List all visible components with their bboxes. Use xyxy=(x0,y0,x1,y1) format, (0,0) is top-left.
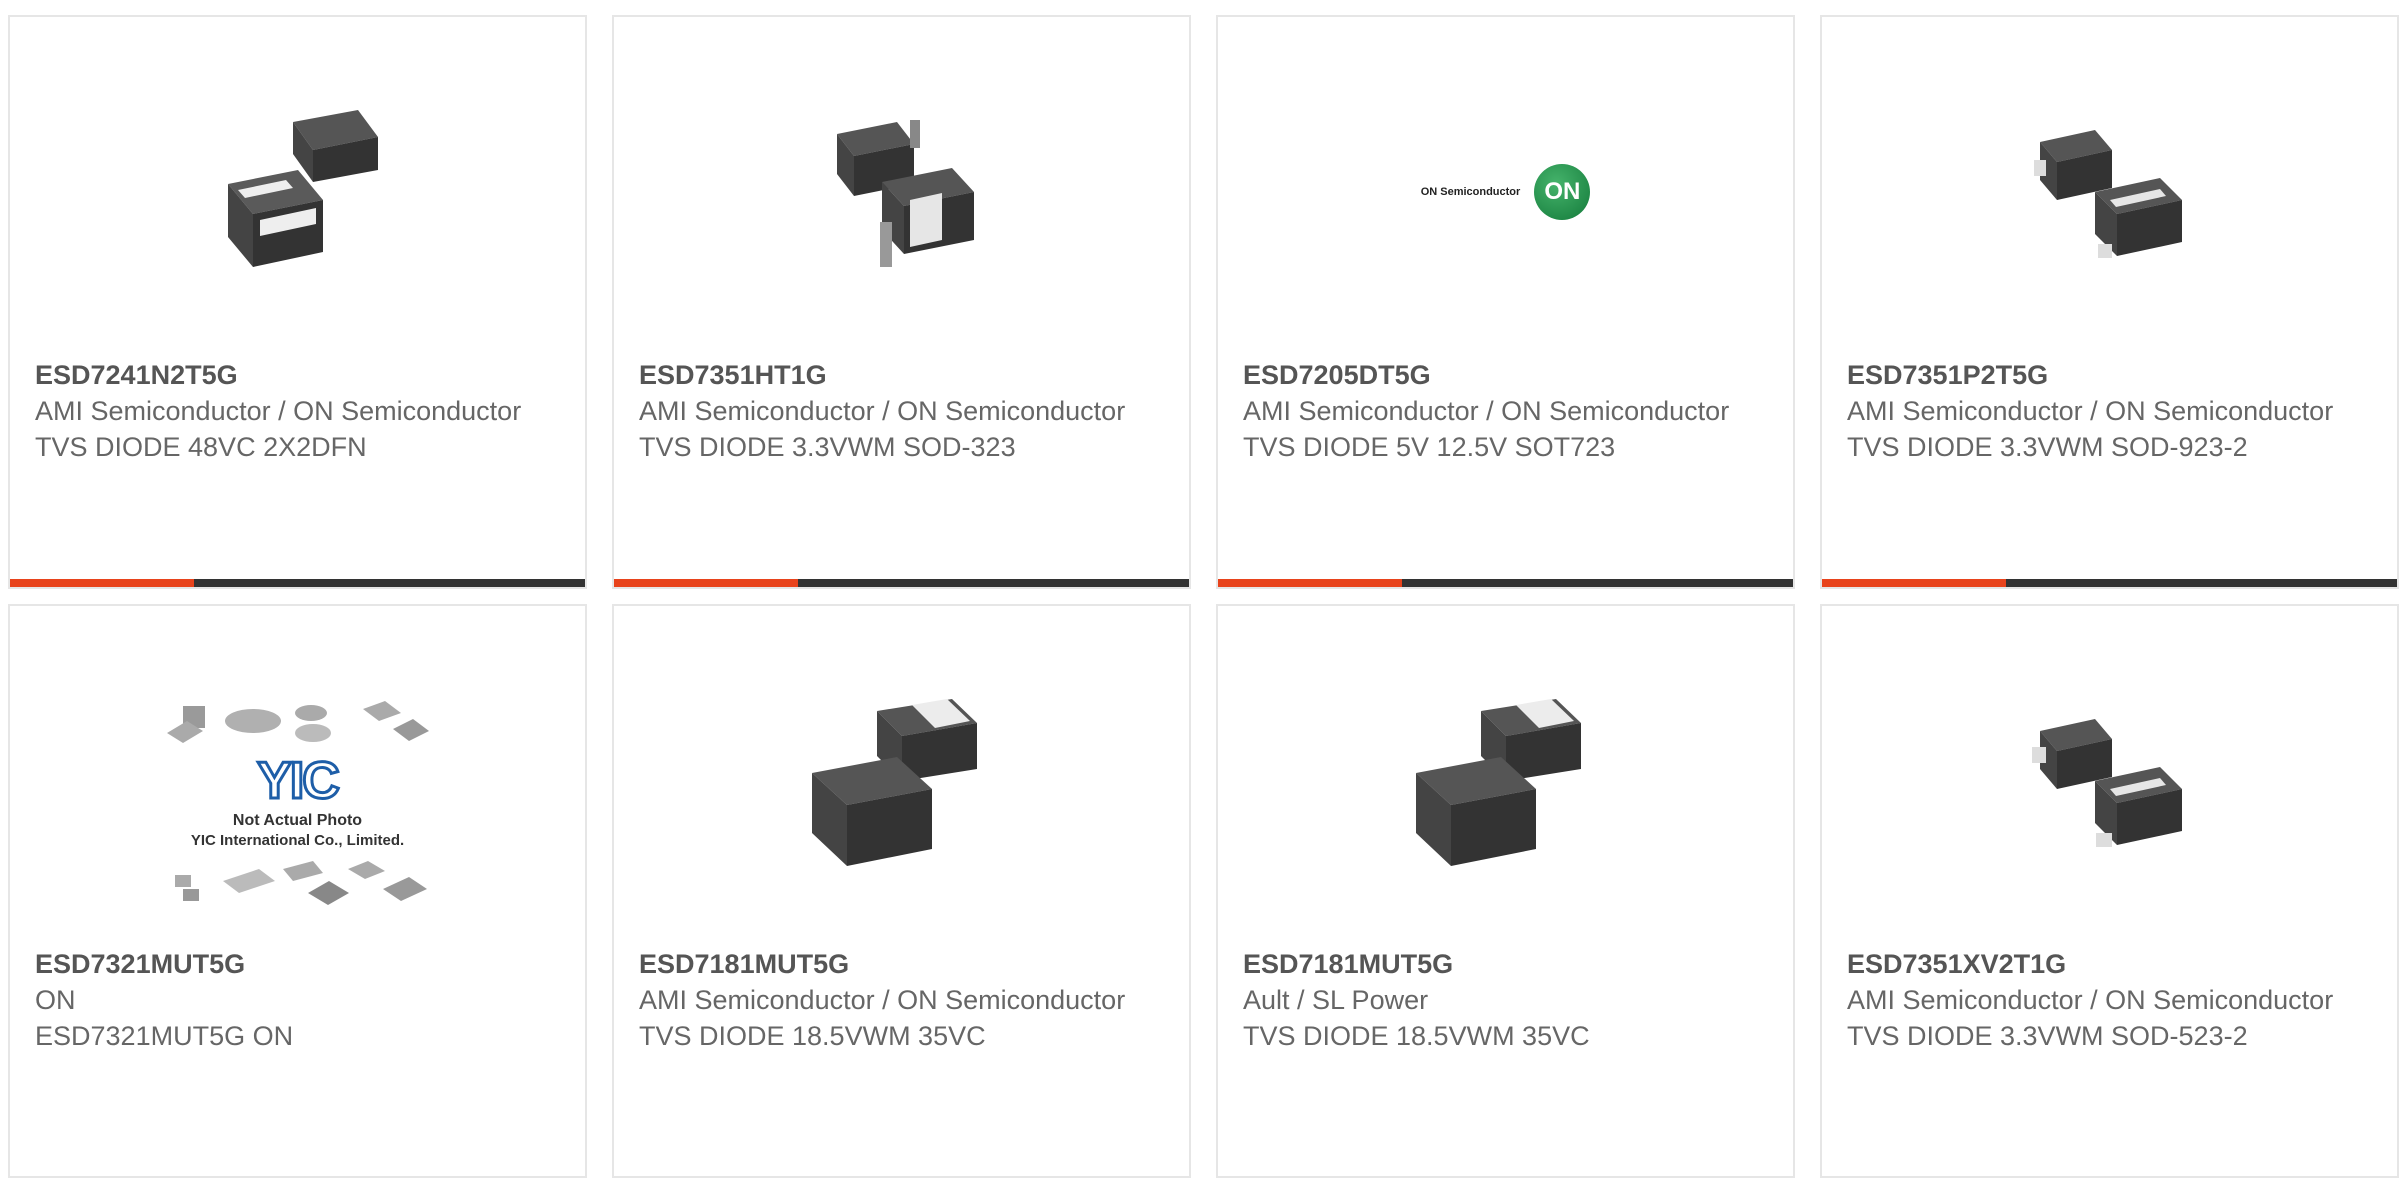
manufacturer: Ault / SL Power xyxy=(1243,985,1429,1015)
description: TVS DIODE 18.5VWM 35VC xyxy=(1243,1021,1590,1051)
product-card[interactable]: ESD7351HT1G AMI Semiconductor / ON Semic… xyxy=(612,15,1191,589)
on-semi-logo: ON Semiconductor ON xyxy=(1376,87,1636,297)
part-number[interactable]: ESD7321MUT5G xyxy=(35,946,565,982)
product-card[interactable]: ESD7351XV2T1G AMI Semiconductor / ON Sem… xyxy=(1820,604,2399,1178)
progress-bar xyxy=(1822,579,2397,587)
dfn-package-icon xyxy=(797,676,1007,886)
description: TVS DIODE 3.3VWM SOD-523-2 xyxy=(1847,1021,2248,1051)
product-card[interactable]: ON Semiconductor ON ESD7205DT5G AMI Semi… xyxy=(1216,15,1795,589)
manufacturer: AMI Semiconductor / ON Semiconductor xyxy=(639,985,1126,1015)
progress-bar xyxy=(614,579,1189,587)
yic-logo: YIC xyxy=(256,751,342,812)
part-number[interactable]: ESD7351HT1G xyxy=(639,357,1169,393)
part-number[interactable]: ESD7351XV2T1G xyxy=(1847,946,2377,982)
description: TVS DIODE 5V 12.5V SOT723 xyxy=(1243,432,1616,462)
product-card[interactable]: YIC Not Actual Photo YIC International C… xyxy=(8,604,587,1178)
product-card[interactable]: ESD7351P2T5G AMI Semiconductor / ON Semi… xyxy=(1820,15,2399,589)
progress-fill xyxy=(1218,579,1402,587)
progress-fill xyxy=(1822,579,2006,587)
manufacturer: AMI Semiconductor / ON Semiconductor xyxy=(1847,985,2334,1015)
chip-row-icon xyxy=(166,701,429,743)
progress-fill xyxy=(614,579,798,587)
part-number[interactable]: ESD7351P2T5G xyxy=(1847,357,2377,393)
manufacturer: AMI Semiconductor / ON Semiconductor xyxy=(1847,396,2334,426)
manufacturer: AMI Semiconductor / ON Semiconductor xyxy=(1243,396,1730,426)
on-logo-icon: ON xyxy=(1534,164,1591,220)
logo-text: ON Semiconductor xyxy=(1420,186,1521,198)
photo-caption: YIC International Co., Limited. xyxy=(190,832,405,849)
product-card[interactable]: ESD7241N2T5G AMI Semiconductor / ON Semi… xyxy=(8,15,587,589)
sod-package-icon xyxy=(2005,87,2215,297)
description: TVS DIODE 18.5VWM 35VC xyxy=(639,1021,986,1051)
product-card[interactable]: ESD7181MUT5G AMI Semiconductor / ON Semi… xyxy=(612,604,1191,1178)
sod-package-icon xyxy=(2005,676,2215,886)
part-number[interactable]: ESD7181MUT5G xyxy=(639,946,1169,982)
manufacturer: AMI Semiconductor / ON Semiconductor xyxy=(639,396,1126,426)
description: ESD7321MUT5G ON xyxy=(35,1021,294,1051)
progress-bar xyxy=(10,579,585,587)
description: TVS DIODE 3.3VWM SOD-923-2 xyxy=(1847,432,2248,462)
manufacturer: ON xyxy=(35,985,76,1015)
dfn-package-icon xyxy=(1401,676,1611,886)
part-number[interactable]: ESD7241N2T5G xyxy=(35,357,565,393)
product-grid: ESD7241N2T5G AMI Semiconductor / ON Semi… xyxy=(8,15,2399,1178)
product-card[interactable]: ESD7181MUT5G Ault / SL Power TVS DIODE 1… xyxy=(1216,604,1795,1178)
progress-bar xyxy=(1218,579,1793,587)
description: TVS DIODE 48VC 2X2DFN xyxy=(35,432,367,462)
chip-row-icon xyxy=(174,861,427,905)
dfn-package-icon xyxy=(193,87,403,297)
description: TVS DIODE 3.3VWM SOD-323 xyxy=(639,432,1016,462)
manufacturer: AMI Semiconductor / ON Semiconductor xyxy=(35,396,522,426)
part-number[interactable]: ESD7181MUT5G xyxy=(1243,946,1773,982)
sod-package-icon xyxy=(797,87,1007,297)
photo-caption: Not Actual Photo xyxy=(232,812,363,829)
part-number[interactable]: ESD7205DT5G xyxy=(1243,357,1773,393)
logo-mark: ON xyxy=(1544,178,1581,205)
progress-fill xyxy=(10,579,194,587)
placeholder-photo: YIC Not Actual Photo YIC International C… xyxy=(158,681,438,921)
